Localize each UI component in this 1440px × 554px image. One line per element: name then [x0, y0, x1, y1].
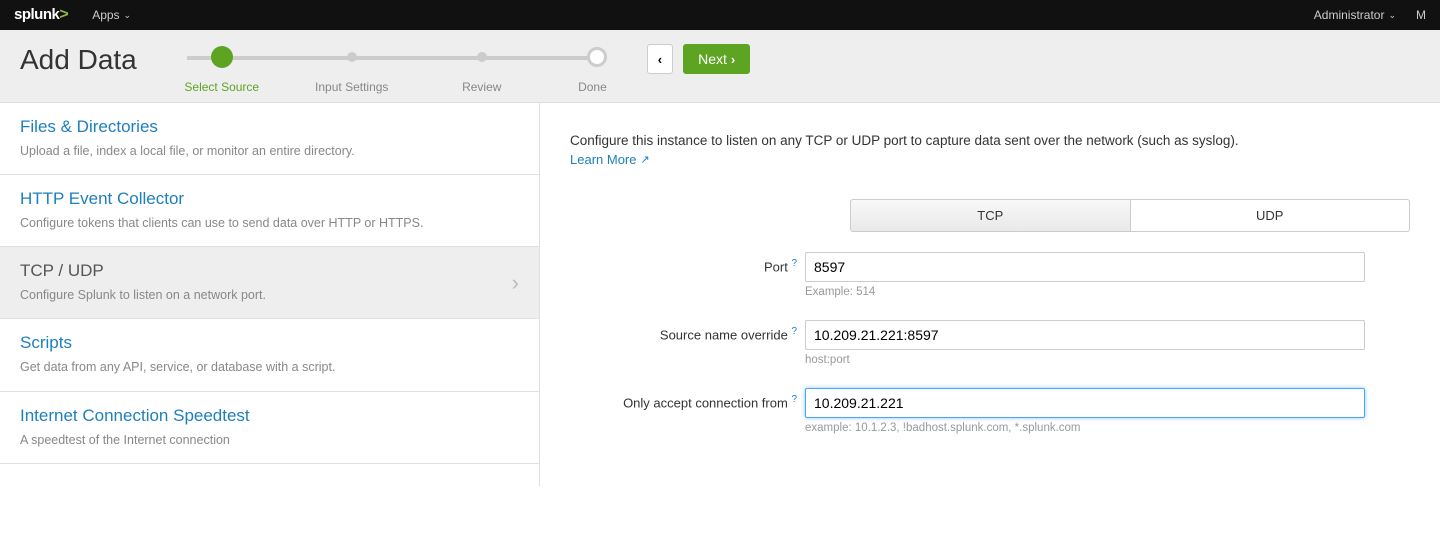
learn-label: Learn More — [570, 152, 636, 167]
main-content: Files & Directories Upload a file, index… — [0, 103, 1440, 486]
port-input[interactable] — [805, 252, 1365, 282]
source-type-list: Files & Directories Upload a file, index… — [0, 103, 540, 486]
step-line — [187, 56, 597, 60]
learn-more-link[interactable]: Learn More ↗ — [570, 152, 650, 167]
source-desc: Upload a file, index a local file, or mo… — [20, 142, 519, 160]
source-name-hint: host:port — [805, 354, 1365, 366]
source-desc: Get data from any API, service, or datab… — [20, 358, 519, 376]
top-navbar: splunk> Apps ⌄ Administrator ⌄ M — [0, 0, 1440, 30]
source-desc: Configure Splunk to listen on a network … — [20, 286, 519, 304]
apps-label: Apps — [92, 8, 119, 22]
help-icon[interactable]: ? — [791, 258, 797, 269]
source-title: Files & Directories — [20, 117, 519, 137]
chevron-left-icon: ‹ — [658, 52, 662, 67]
splunk-logo[interactable]: splunk> — [14, 6, 68, 24]
topnav-m[interactable]: M — [1416, 8, 1426, 22]
step-label: Review — [462, 80, 501, 94]
help-icon[interactable]: ? — [791, 394, 797, 405]
next-button[interactable]: Next › — [683, 44, 750, 74]
step-label: Select Source — [184, 80, 259, 94]
admin-label: Administrator — [1314, 8, 1385, 22]
protocol-toggle: TCP UDP — [850, 199, 1410, 232]
port-label-text: Port — [764, 259, 788, 274]
source-name-label: Source name override ? — [570, 320, 805, 342]
accept-from-input[interactable] — [805, 388, 1365, 418]
config-panel: Configure this instance to listen on any… — [540, 103, 1440, 486]
step-label: Input Settings — [315, 80, 388, 94]
toggle-tcp[interactable]: TCP — [850, 199, 1131, 232]
intro-text: Configure this instance to listen on any… — [570, 133, 1410, 148]
chevron-down-icon: ⌄ — [124, 10, 132, 21]
port-hint: Example: 514 — [805, 286, 1365, 298]
logo-text: splunk — [14, 6, 59, 23]
source-title: TCP / UDP — [20, 261, 519, 281]
source-title: HTTP Event Collector — [20, 189, 519, 209]
source-http-event-collector[interactable]: HTTP Event Collector Configure tokens th… — [0, 175, 539, 247]
header-buttons: ‹ Next › — [627, 42, 750, 74]
source-tcp-udp[interactable]: TCP / UDP Configure Splunk to listen on … — [0, 247, 539, 319]
row-accept-from: Only accept connection from ? example: 1… — [570, 388, 1410, 434]
admin-menu[interactable]: Administrator ⌄ — [1314, 8, 1396, 22]
source-title: Internet Connection Speedtest — [20, 406, 519, 426]
port-field-wrap: Example: 514 — [805, 252, 1365, 298]
source-files-directories[interactable]: Files & Directories Upload a file, index… — [0, 103, 539, 175]
step-dot-icon — [211, 46, 233, 68]
step-dot-icon — [347, 52, 357, 62]
source-speedtest[interactable]: Internet Connection Speedtest A speedtes… — [0, 392, 539, 464]
source-name-field-wrap: host:port — [805, 320, 1365, 366]
source-title: Scripts — [20, 333, 519, 353]
toggle-udp[interactable]: UDP — [1131, 199, 1411, 232]
chevron-right-icon: › — [731, 52, 735, 67]
header-bar: Add Data Select Source Input Settings Re… — [0, 30, 1440, 103]
next-label: Next — [698, 51, 727, 67]
source-name-label-text: Source name override — [660, 327, 788, 342]
logo-caret-icon: > — [59, 6, 68, 23]
source-desc: Configure tokens that clients can use to… — [20, 214, 519, 232]
chevron-right-icon: › — [512, 270, 519, 296]
page-title: Add Data — [20, 42, 137, 76]
source-scripts[interactable]: Scripts Get data from any API, service, … — [0, 319, 539, 391]
step-label: Done — [578, 80, 607, 94]
chevron-down-icon: ⌄ — [1388, 10, 1396, 21]
accept-from-field-wrap: example: 10.1.2.3, !badhost.splunk.com, … — [805, 388, 1365, 434]
apps-menu[interactable]: Apps ⌄ — [92, 8, 131, 22]
external-link-icon: ↗ — [640, 153, 649, 166]
back-button[interactable]: ‹ — [647, 44, 673, 74]
topnav-left: splunk> Apps ⌄ — [14, 6, 131, 24]
accept-from-label: Only accept connection from ? — [570, 388, 805, 410]
row-port: Port ? Example: 514 — [570, 252, 1410, 298]
step-dot-icon — [587, 47, 607, 67]
topnav-right: Administrator ⌄ M — [1314, 8, 1426, 22]
help-icon[interactable]: ? — [791, 326, 797, 337]
step-progress: Select Source Input Settings Review Done — [157, 42, 607, 94]
port-label: Port ? — [570, 252, 805, 274]
source-desc: A speedtest of the Internet connection — [20, 431, 519, 449]
accept-from-label-text: Only accept connection from — [623, 395, 788, 410]
accept-from-hint: example: 10.1.2.3, !badhost.splunk.com, … — [805, 422, 1365, 434]
source-name-input[interactable] — [805, 320, 1365, 350]
step-dot-icon — [477, 52, 487, 62]
row-source-name: Source name override ? host:port — [570, 320, 1410, 366]
